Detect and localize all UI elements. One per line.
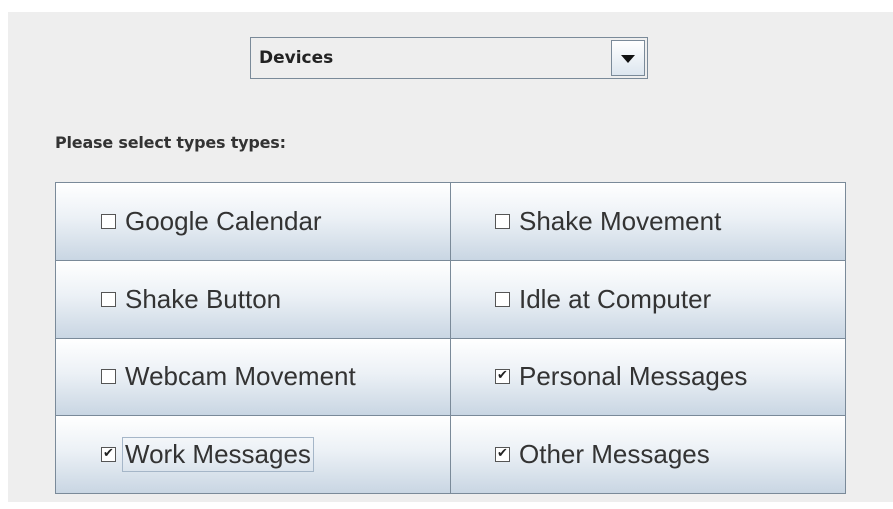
checkbox[interactable]: ✔: [101, 291, 116, 307]
chevron-down-icon: [621, 55, 635, 63]
select-types-prompt: Please select types types:: [55, 133, 286, 152]
checkbox[interactable]: ✔: [101, 213, 116, 229]
option-label: Work Messages: [122, 437, 314, 473]
option-personal-messages[interactable]: ✔ Personal Messages: [451, 338, 845, 416]
dropdown-arrow-button[interactable]: [611, 40, 645, 76]
option-label: Shake Movement: [519, 205, 722, 236]
check-icon: ✔: [497, 368, 508, 384]
option-label: Personal Messages: [519, 361, 748, 392]
option-label: Google Calendar: [125, 205, 322, 236]
checkbox[interactable]: ✔: [101, 369, 116, 385]
option-shake-button[interactable]: ✔ Shake Button: [56, 260, 450, 338]
option-google-calendar[interactable]: ✔ Google Calendar: [56, 183, 450, 260]
option-label: Idle at Computer: [519, 283, 712, 314]
option-label: Shake Button: [125, 283, 282, 314]
type-options-grid: ✔ Google Calendar ✔ Shake Movement ✔ Sha…: [55, 182, 846, 494]
option-work-messages[interactable]: ✔ Work Messages: [56, 416, 450, 493]
checkbox[interactable]: ✔: [495, 213, 510, 229]
checkbox[interactable]: ✔: [495, 291, 510, 307]
checkbox[interactable]: ✔: [495, 368, 510, 385]
option-idle-at-computer[interactable]: ✔ Idle at Computer: [451, 260, 845, 338]
check-icon: ✔: [103, 446, 114, 462]
check-icon: ✔: [497, 446, 508, 462]
checkbox[interactable]: ✔: [495, 446, 510, 463]
checkbox[interactable]: ✔: [101, 446, 116, 463]
option-webcam-movement[interactable]: ✔ Webcam Movement: [56, 338, 450, 416]
dropdown-selected-value: Devices: [259, 48, 334, 68]
option-label: Webcam Movement: [125, 361, 356, 392]
device-category-dropdown[interactable]: Devices: [250, 37, 648, 79]
option-shake-movement[interactable]: ✔ Shake Movement: [451, 183, 845, 260]
main-panel: Devices Please select types types: ✔ Goo…: [8, 12, 893, 502]
option-other-messages[interactable]: ✔ Other Messages: [451, 416, 845, 493]
option-label: Other Messages: [519, 439, 710, 470]
